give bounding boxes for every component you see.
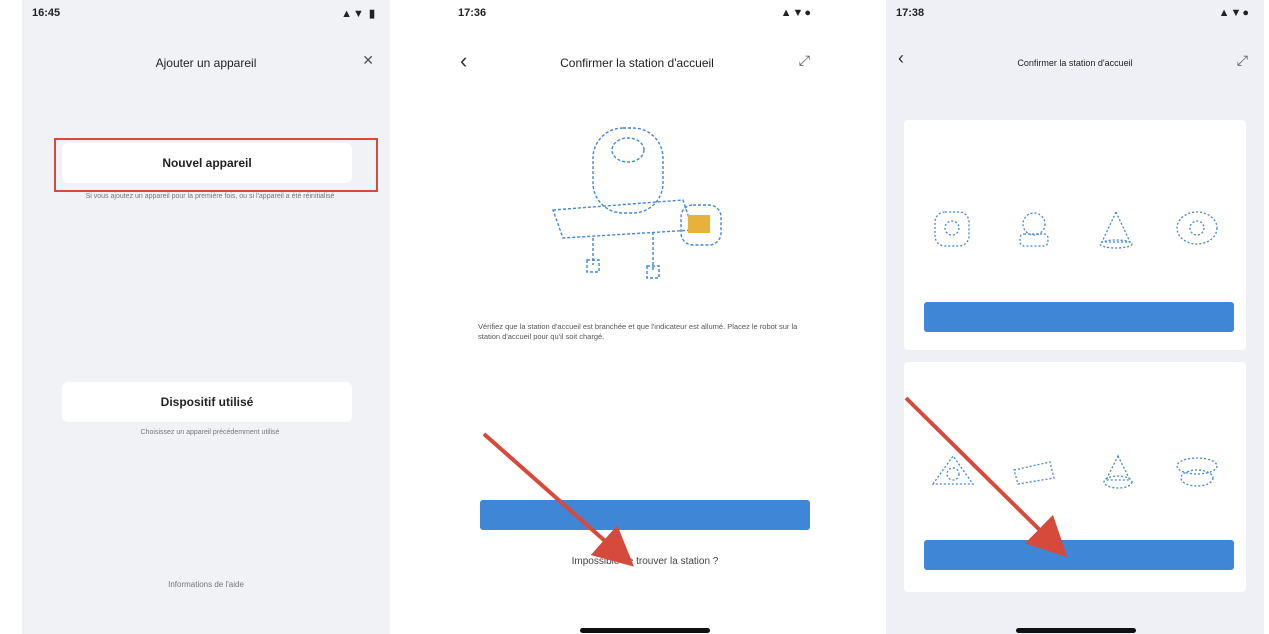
dock-icon: [1013, 461, 1056, 485]
screen-select-dock: 17:38 ▲▼● ‹ Confirmer la station d'accue…: [886, 0, 1264, 634]
close-icon[interactable]: ✕: [362, 52, 374, 69]
robot-icon: [1019, 212, 1049, 247]
status-time: 16:45: [32, 7, 61, 19]
dock-icon: [931, 454, 975, 485]
robot-icon: [1176, 211, 1218, 245]
dock-option-card-1: [904, 120, 1246, 350]
used-device-description: Choisissez un appareil précédemment util…: [140, 429, 280, 436]
home-indicator: [1016, 628, 1136, 633]
new-device-button[interactable]: Nouvel appareil: [62, 143, 352, 183]
close-icon[interactable]: ⤢: [1237, 52, 1248, 69]
help-link[interactable]: Informations de l'aide: [22, 580, 390, 589]
nav-bar: Ajouter un appareil ✕: [22, 26, 390, 84]
robot-icon: [1099, 210, 1133, 249]
status-time: 17:36: [458, 7, 487, 19]
used-device-button[interactable]: Dispositif utilisé: [62, 382, 352, 422]
station-not-found-link[interactable]: Impossible de trouver la station ?: [480, 556, 810, 567]
page-title: Confirmer la station d'accueil: [560, 56, 714, 70]
dock-icon: [1103, 454, 1133, 489]
select-dock-button-2[interactable]: [924, 540, 1234, 570]
device-icons-row: [912, 450, 1238, 490]
home-indicator: [580, 628, 710, 633]
dock-option-card-2: [904, 362, 1246, 592]
nav-bar: ‹ Confirmer la station d'accueil ⤢: [448, 26, 826, 84]
status-bar: 17:38 ▲▼●: [886, 0, 1264, 26]
instructions-text: Vérifiez que la station d'accueil est br…: [478, 322, 798, 341]
close-icon[interactable]: ⤢: [799, 52, 810, 69]
screen-confirm-dock: 17:36 ▲▼● ‹ Confirmer la station d'accue…: [448, 0, 826, 634]
screen-add-device: 16:45 ▲▼ ▮ Ajouter un appareil ✕ Nouvel …: [22, 0, 390, 634]
page-title: Ajouter un appareil: [155, 56, 257, 70]
robot-icon: [934, 211, 970, 247]
dock-illustration-icon: [552, 127, 722, 279]
nav-bar: ‹ Confirmer la station d'accueil ⤢: [886, 26, 1264, 69]
select-dock-button-1[interactable]: [924, 302, 1234, 332]
new-device-description: Si vous ajoutez un appareil pour la prem…: [85, 193, 335, 200]
signal-icon: ▲▼●: [780, 7, 812, 19]
page-title: Confirmer la station d'accueil: [1017, 58, 1133, 68]
signal-icon: ▲▼●: [1218, 7, 1250, 19]
signal-icon: ▲▼ ▮: [341, 8, 376, 20]
dock-icon: [1176, 457, 1218, 487]
status-time: 17:38: [896, 7, 925, 19]
status-bar: 17:36 ▲▼●: [448, 0, 826, 26]
status-bar: 16:45 ▲▼ ▮: [22, 0, 390, 26]
confirm-button[interactable]: [480, 500, 810, 530]
device-icons-row: [912, 208, 1238, 249]
